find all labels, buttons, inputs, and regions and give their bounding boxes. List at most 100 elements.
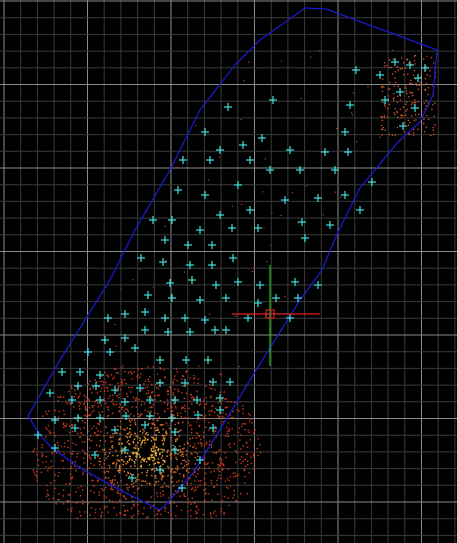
survey-point-marker[interactable] [74, 414, 82, 422]
survey-point-marker[interactable] [399, 122, 407, 130]
survey-point-marker[interactable] [161, 314, 169, 322]
survey-point-marker[interactable] [188, 276, 196, 284]
survey-point-marker[interactable] [346, 101, 354, 109]
survey-point-marker[interactable] [201, 191, 209, 199]
survey-point-marker[interactable] [141, 308, 149, 316]
cloud-dot [139, 376, 141, 378]
survey-point-marker[interactable] [246, 156, 254, 164]
survey-point-marker[interactable] [222, 326, 230, 334]
survey-point-marker[interactable] [216, 146, 224, 154]
survey-point-marker[interactable] [34, 431, 42, 439]
survey-point-marker[interactable] [101, 336, 109, 344]
survey-point-marker[interactable] [211, 326, 219, 334]
survey-point-marker[interactable] [254, 224, 262, 232]
survey-point-marker[interactable] [326, 221, 334, 229]
survey-point-marker[interactable] [294, 294, 302, 302]
cloud-dot [48, 410, 50, 412]
survey-point-marker[interactable] [141, 421, 149, 429]
survey-point-marker[interactable] [228, 224, 236, 232]
survey-point-marker[interactable] [206, 156, 214, 164]
survey-point-marker[interactable] [171, 446, 179, 454]
survey-point-marker[interactable] [256, 281, 264, 289]
survey-point-marker[interactable] [179, 156, 187, 164]
survey-point-marker[interactable] [421, 64, 429, 72]
survey-point-marker[interactable] [144, 291, 152, 299]
survey-point-marker[interactable] [196, 296, 204, 304]
survey-point-marker[interactable] [121, 310, 129, 318]
survey-point-marker[interactable] [344, 148, 352, 156]
survey-point-marker[interactable] [396, 88, 404, 96]
survey-point-marker[interactable] [208, 241, 216, 249]
survey-point-marker[interactable] [272, 294, 280, 302]
survey-point-marker[interactable] [239, 141, 247, 149]
survey-point-marker[interactable] [254, 299, 262, 307]
survey-point-marker[interactable] [174, 186, 182, 194]
survey-point-marker[interactable] [184, 241, 192, 249]
survey-point-marker[interactable] [46, 389, 54, 397]
survey-point-marker[interactable] [74, 382, 82, 390]
survey-point-marker[interactable] [321, 148, 329, 156]
survey-point-marker[interactable] [128, 474, 136, 482]
cloud-dot [73, 396, 75, 398]
survey-point-marker[interactable] [196, 226, 204, 234]
survey-point-marker[interactable] [269, 96, 277, 104]
cloud-dot [231, 428, 233, 430]
survey-point-marker[interactable] [229, 254, 237, 262]
survey-point-marker[interactable] [76, 368, 84, 376]
survey-point-marker[interactable] [104, 314, 112, 322]
cad-model-viewport[interactable] [0, 0, 457, 543]
drawing-canvas[interactable] [0, 0, 457, 543]
survey-point-marker[interactable] [266, 166, 274, 174]
survey-point-marker[interactable] [286, 146, 294, 154]
cloud-dot [223, 464, 225, 467]
survey-point-marker[interactable] [212, 281, 220, 289]
survey-point-marker[interactable] [121, 398, 129, 406]
survey-point-marker[interactable] [166, 279, 174, 287]
survey-point-marker[interactable] [411, 104, 419, 112]
survey-point-marker[interactable] [106, 348, 114, 356]
survey-point-marker[interactable] [182, 356, 190, 364]
survey-point-marker[interactable] [244, 314, 252, 322]
cloud-dot [248, 420, 251, 422]
survey-point-marker[interactable] [96, 371, 104, 379]
survey-point-marker[interactable] [246, 206, 254, 214]
survey-point-marker[interactable] [149, 216, 157, 224]
survey-point-marker[interactable] [376, 71, 384, 79]
survey-point-marker[interactable] [356, 206, 364, 214]
survey-point-marker[interactable] [224, 103, 232, 111]
survey-point-marker[interactable] [159, 258, 167, 266]
survey-point-marker[interactable] [137, 254, 145, 262]
survey-point-marker[interactable] [156, 356, 164, 364]
survey-point-marker[interactable] [84, 348, 92, 356]
cloud-dot [127, 395, 129, 398]
cloud-dot [131, 500, 134, 502]
survey-point-marker[interactable] [193, 396, 201, 404]
cloud-dot [67, 508, 69, 511]
survey-point-marker[interactable] [58, 368, 66, 376]
survey-point-marker[interactable] [168, 294, 176, 302]
survey-point-marker[interactable] [171, 396, 179, 404]
survey-point-marker[interactable] [234, 181, 242, 189]
survey-point-marker[interactable] [341, 191, 349, 199]
survey-point-marker[interactable] [156, 466, 164, 474]
survey-point-marker[interactable] [194, 411, 202, 419]
survey-point-marker[interactable] [201, 316, 209, 324]
cloud-dot [138, 479, 140, 481]
survey-point-marker[interactable] [296, 166, 304, 174]
survey-point-marker[interactable] [161, 236, 169, 244]
survey-point-marker[interactable] [352, 66, 360, 74]
cloud-dot [245, 441, 248, 443]
survey-point-marker[interactable] [414, 74, 422, 82]
ucs-crosshair-cursor[interactable] [232, 265, 320, 366]
survey-point-marker[interactable] [216, 394, 224, 402]
survey-point-marker[interactable] [146, 396, 154, 404]
survey-point-marker[interactable] [141, 326, 149, 334]
survey-point-marker[interactable] [96, 414, 104, 422]
survey-point-marker[interactable] [168, 216, 176, 224]
survey-point-marker[interactable] [222, 294, 230, 302]
survey-point-marker[interactable] [258, 134, 266, 142]
survey-point-marker[interactable] [156, 379, 164, 387]
survey-point-marker[interactable] [391, 58, 399, 66]
cloud-dot [157, 480, 160, 483]
survey-point-marker[interactable] [204, 356, 212, 364]
